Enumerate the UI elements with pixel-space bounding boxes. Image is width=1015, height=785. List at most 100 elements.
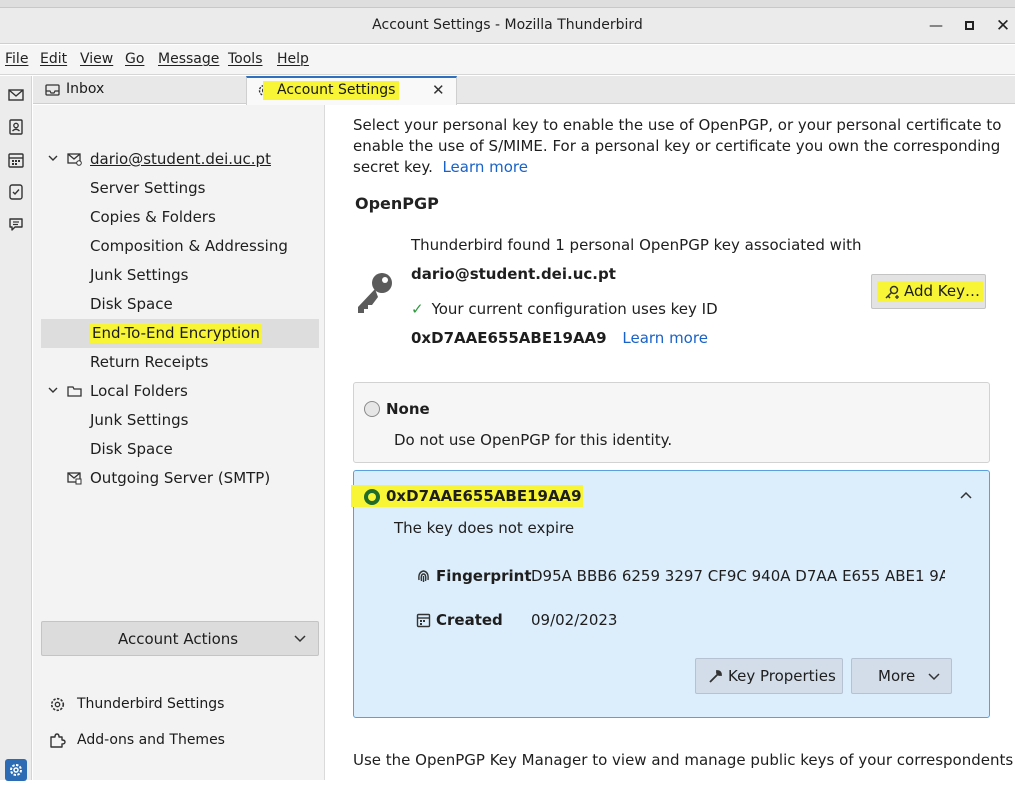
none-radio[interactable] [364, 401, 380, 417]
fingerprint-icon [418, 570, 429, 582]
sidebar-item-label: Disk Space [90, 295, 173, 313]
top-strip [0, 0, 1015, 8]
created-value: 09/02/2023 [531, 611, 618, 629]
sidebar-item-label: Junk Settings [90, 266, 189, 284]
checkmark-icon: ✓ [411, 300, 424, 318]
minimize-button[interactable]: — [926, 16, 946, 36]
close-tab-icon[interactable]: ✕ [432, 81, 445, 99]
chevron-down-icon [928, 673, 940, 681]
sidebar-item-label: Copies & Folders [90, 208, 216, 226]
addons-themes-link[interactable]: Add-ons and Themes [49, 729, 319, 753]
found-key-text: Thunderbird found 1 personal OpenPGP key… [411, 236, 862, 254]
folder-icon [67, 386, 82, 397]
account-name: dario@student.dei.uc.pt [90, 150, 271, 168]
sidebar-item-outgoing-server[interactable]: Outgoing Server (SMTP) [41, 464, 319, 493]
sidebar-item-label: Composition & Addressing [90, 237, 288, 255]
more-label: More [878, 667, 916, 685]
menu-edit[interactable]: Edit [40, 51, 67, 67]
menu-view[interactable]: View [80, 51, 113, 67]
sidebar-item-composition[interactable]: Composition & Addressing [41, 232, 319, 261]
menu-message[interactable]: Message [158, 51, 219, 67]
tab-account-settings-label: Account Settings [263, 81, 400, 100]
sidebar-item-server-settings[interactable]: Server Settings [41, 174, 319, 203]
chevron-down-icon[interactable] [47, 384, 59, 396]
account-item[interactable]: dario@student.dei.uc.pt [41, 145, 319, 174]
thunderbird-settings-label: Thunderbird Settings [77, 696, 225, 712]
key-properties-label: Key Properties [728, 667, 836, 685]
maximize-button[interactable] [959, 16, 979, 36]
menu-tools[interactable]: Tools [228, 51, 263, 67]
sidebar-item-label: End-To-End Encryption [90, 323, 262, 343]
mail-account-icon [67, 153, 82, 166]
inbox-icon [45, 84, 60, 96]
sidebar-item-e2e-encryption[interactable]: End-To-End Encryption [41, 319, 319, 348]
calendar-icon [416, 613, 431, 628]
sidebar-item-label: Return Receipts [90, 353, 209, 371]
encryption-settings-panel: Select your personal key to enable the u… [326, 105, 1015, 780]
account-actions-label: Account Actions [118, 630, 239, 648]
menu-help[interactable]: Help [277, 51, 309, 67]
intro-line: enable the use of S/MIME. For a personal… [353, 137, 1001, 155]
current-key-row: 0xD7AAE655ABE19AA9 Learn more [411, 329, 708, 347]
none-option-desc: Do not use OpenPGP for this identity. [394, 431, 673, 449]
account-actions-button[interactable]: Account Actions [41, 621, 319, 656]
sidebar-item-local-junk[interactable]: Junk Settings [41, 406, 319, 435]
key-option-selected[interactable]: 0xD7AAE655ABE19AA9 The key does not expi… [351, 470, 990, 718]
calendar-icon[interactable] [7, 151, 25, 169]
key-expiry: The key does not expire [394, 519, 575, 537]
chat-icon[interactable] [7, 215, 25, 233]
window-title: Account Settings - Mozilla Thunderbird [372, 17, 643, 33]
add-key-button[interactable]: Add Key… [871, 274, 986, 309]
sidebar-item-junk-settings[interactable]: Junk Settings [41, 261, 319, 290]
config-text: Your current configuration uses key ID [431, 300, 718, 318]
tab-account-settings[interactable]: Account Settings ✕ [246, 76, 457, 105]
add-key-icon [885, 285, 899, 299]
mail-icon[interactable] [7, 86, 25, 104]
created-label: Created [436, 611, 503, 629]
fingerprint-label: Fingerprint [436, 567, 532, 585]
menu-file[interactable]: File [5, 51, 28, 67]
fingerprint-value: D95A BBB6 6259 3297 CF9C 940A D7AA E655 … [531, 567, 945, 585]
tab-inbox-label: Inbox [66, 81, 105, 97]
key-icon [358, 273, 392, 313]
intro-text: Select your personal key to enable the u… [353, 115, 1003, 178]
gear-icon [10, 764, 22, 776]
address-book-icon[interactable] [7, 118, 25, 136]
addons-themes-label: Add-ons and Themes [77, 732, 225, 748]
learn-more-link[interactable]: Learn more [622, 329, 708, 347]
sidebar-item-local-disk[interactable]: Disk Space [41, 435, 319, 464]
chevron-up-icon[interactable] [960, 491, 972, 499]
menu-bar: File Edit View Go Message Tools Help [0, 45, 1015, 75]
key-option-none[interactable]: None Do not use OpenPGP for this identit… [353, 382, 990, 463]
tasks-icon[interactable] [7, 183, 25, 201]
sidebar-item-copies-folders[interactable]: Copies & Folders [41, 203, 319, 232]
intro-line: Select your personal key to enable the u… [353, 116, 1002, 134]
current-key-id: 0xD7AAE655ABE19AA9 [411, 329, 607, 347]
learn-more-link[interactable]: Learn more [442, 158, 528, 176]
thunderbird-settings-link[interactable]: Thunderbird Settings [49, 693, 319, 717]
wrench-icon [709, 670, 722, 683]
sidebar-item-disk-space[interactable]: Disk Space [41, 290, 319, 319]
sidebar-item-label: Outgoing Server (SMTP) [90, 469, 271, 487]
sidebar-item-label: Junk Settings [90, 411, 189, 429]
selected-key-radio[interactable] [364, 489, 380, 505]
spaces-toolbar [0, 76, 32, 781]
menu-go[interactable]: Go [125, 51, 144, 67]
chevron-down-icon [294, 635, 306, 643]
more-button[interactable]: More [851, 658, 952, 694]
gear-icon [50, 697, 65, 712]
intro-line: secret key. [353, 158, 433, 176]
close-window-button[interactable]: ✕ [993, 16, 1013, 36]
local-folders-label: Local Folders [90, 382, 188, 400]
chevron-down-icon[interactable] [47, 152, 59, 164]
settings-space-button[interactable] [5, 759, 27, 781]
tab-inbox[interactable]: Inbox [33, 76, 245, 104]
key-properties-button[interactable]: Key Properties [695, 658, 843, 694]
sidebar-item-return-receipts[interactable]: Return Receipts [41, 348, 319, 377]
sidebar-item-label: Disk Space [90, 440, 173, 458]
identity-email: dario@student.dei.uc.pt [411, 265, 616, 283]
config-status: ✓ Your current configuration uses key ID [411, 300, 718, 318]
outgoing-server-icon [67, 472, 82, 485]
local-folders-item[interactable]: Local Folders [41, 377, 319, 406]
account-tree-sidebar: dario@student.dei.uc.pt Server Settings … [33, 105, 325, 780]
